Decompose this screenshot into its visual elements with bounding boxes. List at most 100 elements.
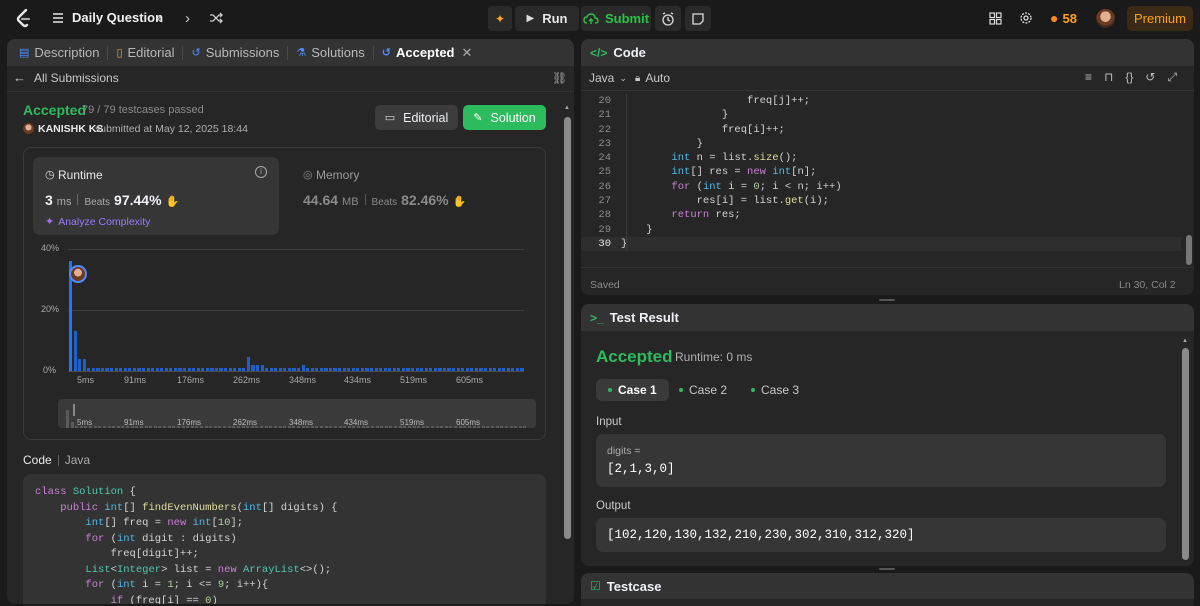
chart-bar[interactable] <box>210 367 214 371</box>
chart-bar[interactable] <box>155 367 159 371</box>
chart-bar[interactable] <box>493 367 497 371</box>
user-avatar[interactable] <box>23 123 34 134</box>
range-slider[interactable]: 5ms 91ms 176ms 262ms 348ms 434ms 519ms 605ms <box>58 399 536 428</box>
chart-bar[interactable] <box>246 357 250 371</box>
chart-bar[interactable] <box>342 367 346 371</box>
left-scrollbar[interactable]: ▲ <box>564 105 571 604</box>
chart-bar[interactable] <box>433 367 437 371</box>
case-tab-2[interactable]: Case 2 <box>667 379 739 401</box>
premium-button[interactable]: Premium <box>1127 6 1193 31</box>
chart-bar[interactable] <box>502 367 506 371</box>
testcase-panel[interactable]: ☑ Testcase <box>581 573 1194 606</box>
chart-bar[interactable] <box>128 367 132 371</box>
chart-bar[interactable] <box>192 367 196 371</box>
chart-bar[interactable] <box>214 367 219 371</box>
chart-bar[interactable] <box>146 367 150 371</box>
case-tab-1[interactable]: Case 1 <box>596 379 669 401</box>
chart-bar[interactable] <box>470 367 474 371</box>
editor-line[interactable]: 20 freq[j]++; <box>581 94 1181 109</box>
prev-question-icon[interactable]: ‹ <box>157 10 162 27</box>
chart-bar[interactable] <box>292 367 296 371</box>
close-tab-icon[interactable]: ✕ <box>462 45 473 61</box>
share-link-icon[interactable]: ⛓ <box>552 71 567 85</box>
reset-icon[interactable]: ↺ <box>1145 70 1155 85</box>
chart-bar[interactable] <box>520 367 524 371</box>
resize-handle[interactable] <box>879 299 895 301</box>
chart-bar[interactable] <box>82 358 86 371</box>
chart-bar[interactable] <box>483 367 488 371</box>
editor-line[interactable]: 21 } <box>581 108 1181 123</box>
editor-line[interactable]: 26 for (int i = 0; i < n; i++) <box>581 179 1181 195</box>
editorial-button[interactable]: ▭ Editorial <box>375 105 458 130</box>
tab-description[interactable]: ▤ Description <box>11 39 107 66</box>
chart-bar[interactable] <box>347 367 351 371</box>
chart-bar[interactable] <box>265 367 269 371</box>
chart-bar[interactable] <box>401 367 406 371</box>
editor-line[interactable]: 28 return res; <box>581 208 1181 223</box>
chart-bar[interactable] <box>187 367 191 371</box>
chart-bar[interactable] <box>114 367 118 371</box>
editor-line[interactable]: 23 } <box>581 136 1181 152</box>
chart-bar[interactable] <box>237 367 241 371</box>
result-scrollbar[interactable]: ▲ <box>1182 338 1189 566</box>
run-button[interactable]: ▶ Run <box>515 6 579 31</box>
editor-line[interactable]: 22 freq[i]++; <box>581 122 1181 137</box>
chart-bar[interactable] <box>447 367 451 371</box>
chart-bar[interactable] <box>474 367 478 371</box>
scroll-thumb[interactable] <box>1182 348 1189 560</box>
chart-bar[interactable] <box>224 367 228 371</box>
avatar[interactable] <box>1096 9 1115 28</box>
chart-bar[interactable] <box>251 364 255 371</box>
settings-gear-icon[interactable] <box>1019 11 1033 25</box>
chart-bar[interactable] <box>442 367 447 371</box>
format-icon[interactable]: ≡ <box>1085 70 1092 85</box>
chart-bar[interactable] <box>461 367 465 371</box>
tab-solutions[interactable]: ⚗ Solutions <box>288 39 372 66</box>
chart-bar[interactable] <box>392 367 396 371</box>
chart-bar[interactable] <box>242 367 246 371</box>
chart-bar[interactable] <box>119 367 123 371</box>
chart-bar[interactable] <box>219 367 223 371</box>
chart-bar[interactable] <box>283 367 287 371</box>
back-to-submissions[interactable]: ← All Submissions <box>13 70 119 85</box>
auto-mode[interactable]: 🔒︎ Auto <box>635 71 670 85</box>
runtime-chart[interactable]: 40% 20% 0% 5ms 91ms 176ms 262ms 348ms 434ms 51… <box>24 243 545 393</box>
editor-line[interactable]: 24 int n = list.size(); <box>581 151 1181 166</box>
chart-bar[interactable] <box>178 367 182 371</box>
debug-button[interactable]: ✦ <box>488 6 512 31</box>
editor-line[interactable]: 25 int[] res = new int[n]; <box>581 165 1181 180</box>
chart-bar[interactable] <box>160 367 164 371</box>
chart-bar[interactable] <box>137 367 141 371</box>
chart-bar[interactable] <box>356 367 360 371</box>
chart-bar[interactable] <box>301 364 305 371</box>
chart-bar[interactable] <box>379 367 383 371</box>
chart-bar[interactable] <box>479 367 483 371</box>
chart-bar[interactable] <box>173 367 178 371</box>
chart-bar[interactable] <box>488 367 492 371</box>
runtime-card[interactable]: ◷ Runtime i 3 ms Beats 97.44% ✋ ✦ Analyz… <box>33 157 279 235</box>
tab-accepted[interactable]: ↺ Accepted ✕ <box>374 39 481 66</box>
chart-bar[interactable] <box>452 367 456 371</box>
chart-bar[interactable] <box>319 367 323 371</box>
chart-bar[interactable] <box>96 367 100 371</box>
testcase-header[interactable]: ☑ Testcase <box>581 573 1194 599</box>
chart-bar[interactable] <box>205 367 209 371</box>
chart-bar[interactable] <box>365 367 369 371</box>
chart-bar[interactable] <box>420 367 424 371</box>
editor-line[interactable]: 29 } <box>581 222 1181 237</box>
streak-counter[interactable]: ● 58 <box>1050 10 1077 26</box>
chart-bar[interactable] <box>369 367 374 371</box>
chart-bar[interactable] <box>415 367 419 371</box>
case-tab-3[interactable]: Case 3 <box>739 379 811 401</box>
chart-bar[interactable] <box>105 367 109 371</box>
chart-bar[interactable] <box>100 367 105 371</box>
chart-bar[interactable] <box>233 367 237 371</box>
tab-submissions[interactable]: ↺ Submissions <box>183 39 287 66</box>
daily-question-title[interactable]: Daily Question <box>72 10 163 25</box>
chart-bar[interactable] <box>497 367 501 371</box>
scroll-up-arrow[interactable]: ▲ <box>1182 338 1188 344</box>
language-select[interactable]: Java ⌄ <box>589 71 627 85</box>
chart-bar[interactable] <box>87 367 91 371</box>
submit-button[interactable]: Submit <box>581 6 651 31</box>
chart-bar[interactable] <box>424 367 428 371</box>
